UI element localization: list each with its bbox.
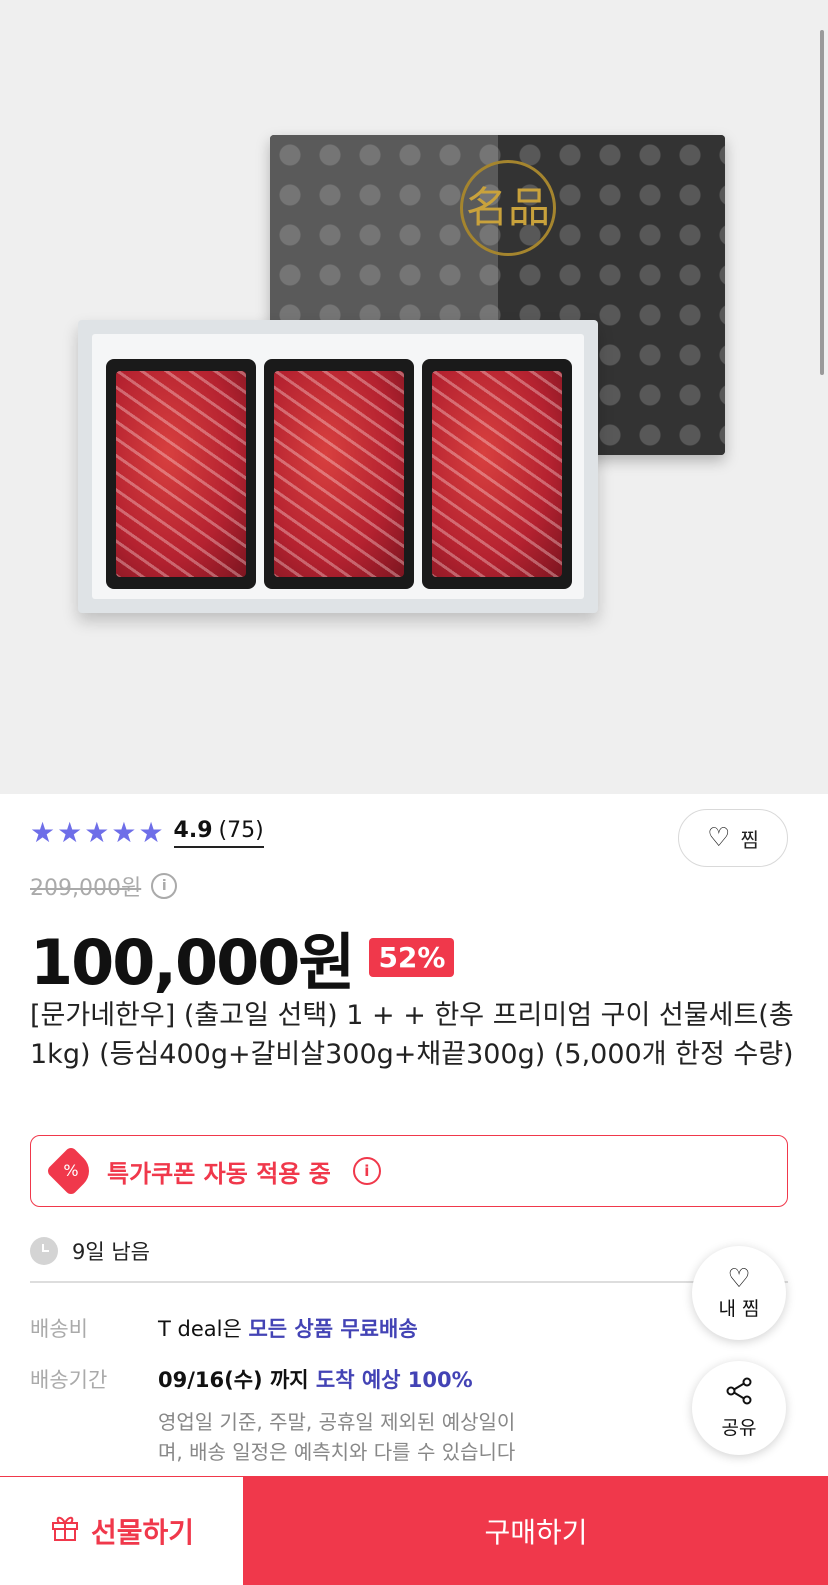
meat-tray xyxy=(78,320,598,613)
meat-pack xyxy=(422,359,572,589)
meat-pack xyxy=(106,359,256,589)
bottom-action-bar: 선물하기 구매하기 xyxy=(0,1476,828,1585)
shipping-fee-value: T deal은 모든 상품 무료배송 xyxy=(158,1317,418,1341)
info-icon[interactable]: i xyxy=(151,873,178,899)
heart-icon: ♡ xyxy=(707,823,731,853)
info-icon[interactable]: i xyxy=(352,1157,381,1185)
floating-wish-label: 내 찜 xyxy=(718,1297,760,1320)
review-count: (75) xyxy=(218,818,264,843)
star-icon: ★ xyxy=(111,816,137,849)
shipping-fee-row: 배송비 T deal은 모든 상품 무료배송 xyxy=(30,1313,418,1343)
remaining-time-row: 9일 남음 xyxy=(30,1236,150,1266)
floating-share-button[interactable]: 공유 xyxy=(692,1361,786,1455)
coupon-tag-icon xyxy=(45,1145,97,1197)
product-image[interactable]: 名品 xyxy=(0,0,828,794)
scrollbar-thumb[interactable] xyxy=(820,30,824,375)
share-icon xyxy=(724,1376,754,1411)
gift-button[interactable]: 선물하기 xyxy=(0,1476,244,1585)
remaining-time: 9일 남음 xyxy=(72,1240,150,1264)
shipping-fee-label: 배송비 xyxy=(30,1317,88,1341)
meat-pack xyxy=(264,359,414,589)
heart-icon: ♡ xyxy=(727,1263,751,1294)
seal-logo: 名品 xyxy=(460,160,556,256)
clock-icon xyxy=(30,1237,58,1265)
divider xyxy=(30,1281,788,1283)
star-icon: ★ xyxy=(30,816,56,849)
discount-badge: 52% xyxy=(369,937,455,977)
gift-label: 선물하기 xyxy=(90,1516,195,1549)
rating-summary-link[interactable]: 4.9 (75) xyxy=(173,818,264,848)
rating-stars: ★ ★ ★ ★ ★ xyxy=(30,819,164,847)
shipping-period-value: 09/16(수) 까지 도착 예상 100% xyxy=(158,1368,473,1392)
rating-score: 4.9 xyxy=(173,818,213,843)
original-price: 209,000원 xyxy=(30,876,142,901)
floating-wish-button[interactable]: ♡ 내 찜 xyxy=(692,1246,786,1340)
gift-icon xyxy=(49,1511,81,1551)
coupon-text: 특가쿠폰 자동 적용 중 xyxy=(107,1159,331,1188)
current-price: 100,000원 xyxy=(30,926,355,999)
wish-button[interactable]: ♡ 찜 xyxy=(678,809,788,867)
product-title: [문가네한우] (출고일 선택) 1 + + 한우 프리미엄 구이 선물세트(총… xyxy=(30,1000,794,1070)
star-icon: ★ xyxy=(138,816,164,849)
floating-share-label: 공유 xyxy=(721,1417,757,1439)
wish-label: 찜 xyxy=(740,827,759,852)
star-icon: ★ xyxy=(57,816,83,849)
rating-row[interactable]: ★ ★ ★ ★ ★ 4.9 (75) xyxy=(30,815,264,851)
scrollbar[interactable] xyxy=(820,30,824,375)
price-row: 100,000원 52% xyxy=(30,912,455,1002)
original-price-row: 209,000원 i xyxy=(30,870,178,902)
shipping-period-row: 배송기간 09/16(수) 까지 도착 예상 100% xyxy=(30,1364,473,1394)
buy-label: 구매하기 xyxy=(484,1515,588,1549)
buy-button[interactable]: 구매하기 xyxy=(244,1476,828,1585)
coupon-banner[interactable]: 특가쿠폰 자동 적용 중 i xyxy=(30,1135,788,1207)
star-icon: ★ xyxy=(84,816,110,849)
shipping-period-label: 배송기간 xyxy=(30,1368,108,1392)
shipping-note: 영업일 기준, 주말, 공휴일 제외된 예상일이며, 배송 일정은 예측치와 다… xyxy=(158,1410,516,1464)
